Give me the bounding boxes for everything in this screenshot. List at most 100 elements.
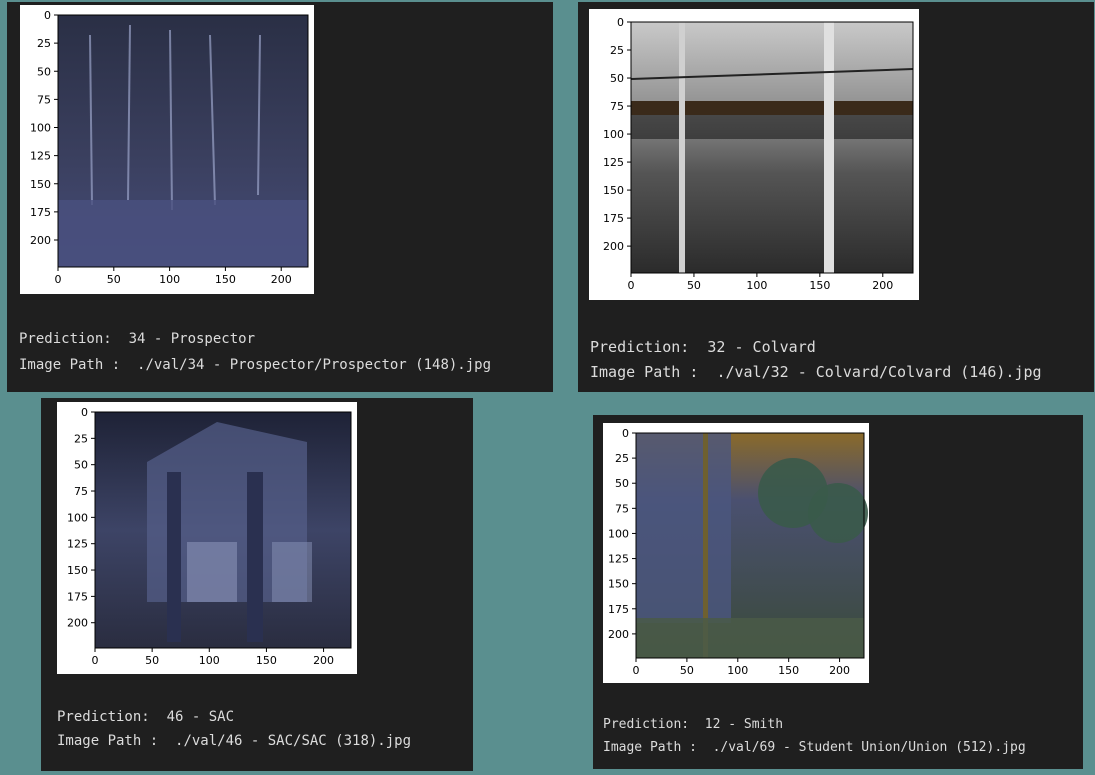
image-plot: 0 50 100 150 200 0 25 50 75 100 125 150 175 200 xyxy=(30,9,309,286)
y-tick-label: 100 xyxy=(67,511,88,524)
output-panel-1: 0 50 100 150 200 0 25 50 75 100 125 150 175 200 Pred… xyxy=(7,2,553,392)
path-value: ./val/34 - Prospector/Prospector (148).j… xyxy=(137,357,492,373)
plot-image xyxy=(631,22,913,273)
x-axis: 0 50 100 150 200 xyxy=(633,658,850,677)
y-tick-label: 200 xyxy=(30,234,51,247)
y-tick-label: 100 xyxy=(603,128,624,141)
y-tick-label: 25 xyxy=(37,37,51,50)
x-tick-label: 50 xyxy=(107,273,121,286)
y-tick-label: 175 xyxy=(603,212,624,225)
y-tick-label: 0 xyxy=(617,16,624,29)
x-tick-label: 200 xyxy=(872,279,893,292)
prediction-value: 32 - Colvard xyxy=(707,338,816,356)
plot-card: 0 50 100 150 200 0 25 50 75 100 125 150 175 200 xyxy=(603,423,869,683)
y-tick-label: 200 xyxy=(608,628,629,641)
output-panel-2: 0 50 100 150 200 0 25 50 75 100 125 150 175 200 Pred… xyxy=(578,2,1094,392)
plot-card: 0 50 100 150 200 0 25 50 75 100 125 150 175 200 xyxy=(589,9,919,300)
x-tick-label: 150 xyxy=(809,279,830,292)
x-tick-label: 200 xyxy=(271,273,292,286)
x-tick-label: 100 xyxy=(746,279,767,292)
path-label: Image Path : xyxy=(590,363,699,381)
y-axis: 0 25 50 75 100 125 150 175 200 xyxy=(30,9,58,247)
prediction-value: 46 - SAC xyxy=(166,709,235,725)
x-tick-label: 0 xyxy=(92,654,99,667)
x-tick-label: 0 xyxy=(55,273,62,286)
y-tick-label: 100 xyxy=(30,122,51,135)
y-tick-label: 75 xyxy=(37,93,51,106)
y-tick-label: 100 xyxy=(608,527,629,540)
prediction-label: Prediction: xyxy=(603,717,690,732)
y-tick-label: 150 xyxy=(608,578,629,591)
y-tick-label: 175 xyxy=(30,206,51,219)
path-label: Image Path : xyxy=(19,357,121,373)
x-axis: 0 50 100 150 200 xyxy=(55,267,292,286)
y-tick-label: 200 xyxy=(603,240,624,253)
y-tick-label: 50 xyxy=(610,72,624,85)
image-path-line: Image Path : ./val/69 - Student Union/Un… xyxy=(603,736,1026,760)
y-tick-label: 75 xyxy=(610,100,624,113)
image-path-line: Image Path : ./val/46 - SAC/SAC (318).jp… xyxy=(57,729,411,753)
image-plot: 0 50 100 150 200 0 25 50 75 100 125 150 175 200 xyxy=(608,427,868,677)
prediction-label: Prediction: xyxy=(57,709,150,725)
y-tick-label: 175 xyxy=(608,603,629,616)
x-tick-label: 50 xyxy=(145,654,159,667)
prediction-line: Prediction: 46 - SAC xyxy=(57,705,234,729)
x-tick-label: 100 xyxy=(727,664,748,677)
prediction-value: 34 - Prospector xyxy=(128,331,256,347)
y-tick-label: 25 xyxy=(610,44,624,57)
plot-card: 0 50 100 150 200 0 25 50 75 100 125 150 175 200 xyxy=(57,402,357,674)
x-axis: 0 50 100 150 200 xyxy=(628,273,893,292)
prediction-line: Prediction: 34 - Prospector xyxy=(19,327,255,351)
y-tick-label: 25 xyxy=(615,452,629,465)
x-tick-label: 150 xyxy=(256,654,277,667)
y-tick-label: 50 xyxy=(37,65,51,78)
x-tick-label: 0 xyxy=(628,279,635,292)
image-plot: 0 50 100 150 200 0 25 50 75 100 125 150 175 200 xyxy=(603,16,914,292)
y-tick-label: 125 xyxy=(30,150,51,163)
y-tick-label: 50 xyxy=(74,459,88,472)
x-tick-label: 50 xyxy=(680,664,694,677)
x-tick-label: 150 xyxy=(215,273,236,286)
y-tick-label: 150 xyxy=(603,184,624,197)
y-tick-label: 0 xyxy=(622,427,629,440)
path-value: ./val/46 - SAC/SAC (318).jpg xyxy=(175,733,412,749)
prediction-label: Prediction: xyxy=(590,338,690,356)
y-tick-label: 125 xyxy=(603,156,624,169)
output-panel-3: 0 50 100 150 200 0 25 50 75 100 125 150 175 200 Pred… xyxy=(41,398,473,771)
x-axis: 0 50 100 150 200 xyxy=(92,648,334,667)
x-tick-label: 0 xyxy=(633,664,640,677)
y-tick-label: 125 xyxy=(608,553,629,566)
y-axis: 0 25 50 75 100 125 150 175 200 xyxy=(603,16,631,253)
image-plot: 0 50 100 150 200 0 25 50 75 100 125 150 175 200 xyxy=(67,406,352,667)
prediction-line: Prediction: 12 - Smith xyxy=(603,713,783,737)
image-path-line: Image Path : ./val/34 - Prospector/Prosp… xyxy=(19,353,491,377)
prediction-value: 12 - Smith xyxy=(704,717,784,732)
y-tick-label: 50 xyxy=(615,477,629,490)
y-tick-label: 0 xyxy=(44,9,51,22)
y-axis: 0 25 50 75 100 125 150 175 200 xyxy=(67,406,95,630)
x-tick-label: 50 xyxy=(687,279,701,292)
prediction-label: Prediction: xyxy=(19,331,112,347)
y-tick-label: 75 xyxy=(74,485,88,498)
y-tick-label: 150 xyxy=(30,178,51,191)
x-tick-label: 150 xyxy=(778,664,799,677)
y-tick-label: 175 xyxy=(67,590,88,603)
x-tick-label: 200 xyxy=(313,654,334,667)
path-label: Image Path : xyxy=(57,733,159,749)
y-tick-label: 150 xyxy=(67,564,88,577)
y-tick-label: 25 xyxy=(74,432,88,445)
x-tick-label: 200 xyxy=(829,664,850,677)
prediction-line: Prediction: 32 - Colvard xyxy=(590,335,816,359)
x-tick-label: 100 xyxy=(199,654,220,667)
x-tick-label: 100 xyxy=(159,273,180,286)
y-tick-label: 0 xyxy=(81,406,88,419)
image-path-line: Image Path : ./val/32 - Colvard/Colvard … xyxy=(590,360,1042,384)
y-tick-label: 75 xyxy=(615,502,629,515)
path-value: ./val/32 - Colvard/Colvard (146).jpg xyxy=(716,363,1042,381)
y-tick-label: 200 xyxy=(67,617,88,630)
path-label: Image Path : xyxy=(603,740,697,755)
output-panel-4: 0 50 100 150 200 0 25 50 75 100 125 150 175 200 Pred… xyxy=(593,415,1083,769)
plot-card: 0 50 100 150 200 0 25 50 75 100 125 150 175 200 xyxy=(20,5,314,294)
y-axis: 0 25 50 75 100 125 150 175 200 xyxy=(608,427,636,641)
path-value: ./val/69 - Student Union/Union (512).jpg xyxy=(712,740,1026,755)
